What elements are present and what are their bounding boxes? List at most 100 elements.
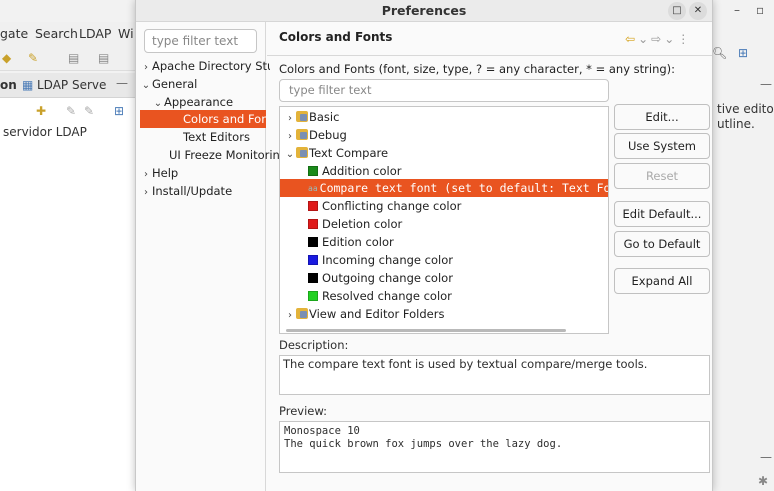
category-icon [296,308,308,319]
preferences-tree-pane: type filter text › Apache Directory Stu ⌄… [136,22,280,491]
heading-divider [267,55,712,56]
reset-button[interactable]: Reset [614,163,710,189]
preference-page: Colors and Fonts ⇦⌄⇨⌄⋮ Colors and Fonts … [267,22,712,491]
color-swatch-icon [308,219,318,229]
preferences-dialog: Preferences □ ✕ type filter text › Apache… [135,0,713,491]
preview-sample-text: The quick brown fox jumps over the lazy … [284,438,563,450]
background-right-panel: 🔍︎ ⊞ — tive editor th utline. — ✱ [712,22,774,491]
menu-window[interactable]: Wi [118,26,134,41]
back-dropdown-icon[interactable]: ⌄ [638,32,651,46]
server-item[interactable]: servidor LDAP [3,125,87,139]
color-swatch-icon [308,291,318,301]
more-menu-icon[interactable]: ⋮ [677,32,692,46]
tree-item-conflicting-change-color[interactable]: Conflicting change color [308,197,608,215]
outline-message: utline. [717,117,755,131]
go-to-default-button[interactable]: Go to Default [614,231,710,257]
expand-all-button[interactable]: Expand All [614,268,710,294]
use-system-font-button[interactable]: Use System Font [614,133,710,177]
forward-dropdown-icon[interactable]: ⌄ [664,32,677,46]
maximize-button[interactable]: □ [668,2,686,20]
tree-item-appearance[interactable]: ⌄ Appearance [152,93,282,111]
toolbar-icon[interactable]: ◆ [2,51,16,65]
ldap-servers-icon: ▦ [22,78,34,92]
color-swatch-icon [308,255,318,265]
category-icon [296,129,308,140]
preview-font-name: Monospace 10 [284,425,360,437]
minimize-icon[interactable]: — [760,77,772,91]
collapse-icon[interactable]: ⌄ [140,77,152,93]
left-filter-input[interactable]: type filter text [144,29,257,53]
menu-navigate[interactable]: gate [0,26,28,41]
menu-search[interactable]: Search [35,26,78,41]
tree-item-text-compare[interactable]: ⌄ Text Compare [284,144,608,162]
forward-arrow-icon[interactable]: ⇨ [651,32,664,46]
tab-navigation[interactable]: on [0,78,17,92]
preview-box: Monospace 10 The quick brown fox jumps ov… [279,421,710,473]
dialog-titlebar[interactable]: Preferences □ ✕ [136,0,712,22]
category-icon [296,111,308,122]
tree-item-compare-text-font[interactable]: aa Compare text font (set to default: Tex… [280,179,608,197]
expand-icon[interactable]: › [140,166,152,182]
bg-restore-icon[interactable]: ▫ [756,3,764,17]
tree-item-install-update[interactable]: › Install/Update [140,182,270,200]
tree-item-deletion-color[interactable]: Deletion color [308,215,608,233]
fonts-tree-label: Colors and Fonts (font, size, type, ? = … [279,62,676,76]
close-button[interactable]: ✕ [689,2,707,20]
tree-item-view-and-editor-folders[interactable]: › View and Editor Folders [284,305,608,323]
tree-item-edition-color[interactable]: Edition color [308,233,608,251]
color-swatch-icon [308,201,318,211]
tree-item-help[interactable]: › Help [140,164,270,182]
colors-fonts-tree[interactable]: › Basic › Debug ⌄ Text Compare Addition col… [279,106,609,334]
expand-icon[interactable]: › [140,59,152,75]
new-server-icon[interactable]: ✚ [36,104,46,118]
tree-item-general[interactable]: ⌄ General [140,75,270,93]
color-swatch-icon [308,166,318,176]
tab-ldap-servers[interactable]: LDAP Serve [37,78,106,92]
tree-item-apache-directory-studio[interactable]: › Apache Directory Stu [140,57,270,75]
description-box: The compare text font is used by textual… [279,355,710,395]
ldap-servers-view: ✚ ✎ ✎ ⊞ servidor LDAP [0,98,140,491]
expand-icon[interactable]: › [284,128,296,144]
menu-ldap[interactable]: LDAP [79,26,111,41]
background-tabs: on ▦ LDAP Serve — [0,73,140,98]
connect-icon[interactable]: ✎ [66,104,76,118]
font-icon: aa [308,184,318,193]
description-label: Description: [279,338,349,352]
tree-item-outgoing-change-color[interactable]: Outgoing change color [308,269,608,287]
disconnect-icon[interactable]: ✎ [84,104,94,118]
back-arrow-icon[interactable]: ⇦ [625,32,638,46]
color-swatch-icon [308,273,318,283]
page-title: Colors and Fonts [279,30,393,44]
toolbar-icon[interactable]: ▤ [68,51,82,65]
toolbar-icon[interactable]: ▤ [98,51,112,65]
expand-icon[interactable]: › [284,110,296,126]
expand-icon[interactable]: › [140,184,152,200]
tree-item-basic[interactable]: › Basic [284,108,608,126]
collapse-icon[interactable]: ⌄ [152,95,164,111]
dialog-title: Preferences [381,3,467,18]
view-menu-icon[interactable]: ⊞ [114,104,124,118]
toolbar-icon[interactable]: ✎ [28,51,42,65]
edit-button[interactable]: Edit... [614,104,710,130]
search-icon[interactable]: 🔍︎ [712,46,727,60]
minimize-view-icon[interactable]: — [116,76,128,90]
tree-item-resolved-change-color[interactable]: Resolved change color [308,287,608,305]
category-icon [296,147,308,158]
outline-message: tive editor th [717,102,774,116]
preview-label: Preview: [279,404,328,418]
settings-icon[interactable]: ✱ [758,474,768,488]
tree-item-colors-and-fonts[interactable]: Colors and Fonts [140,110,266,128]
bg-minimize-icon[interactable]: – [734,3,740,17]
fonts-filter-input[interactable]: type filter text [279,79,609,102]
edit-default-button[interactable]: Edit Default... [614,201,710,227]
collapse-icon[interactable]: ⌄ [284,146,296,162]
perspective-icon[interactable]: ⊞ [738,46,748,60]
tree-item-incoming-change-color[interactable]: Incoming change color [308,251,608,269]
color-swatch-icon [308,237,318,247]
page-navigation: ⇦⌄⇨⌄⋮ [625,32,692,46]
expand-icon[interactable]: › [284,307,296,323]
tree-item-addition-color[interactable]: Addition color [308,162,608,180]
minimize-icon[interactable]: — [760,450,772,464]
horizontal-scrollbar[interactable] [286,329,566,332]
tree-item-debug[interactable]: › Debug [284,126,608,144]
